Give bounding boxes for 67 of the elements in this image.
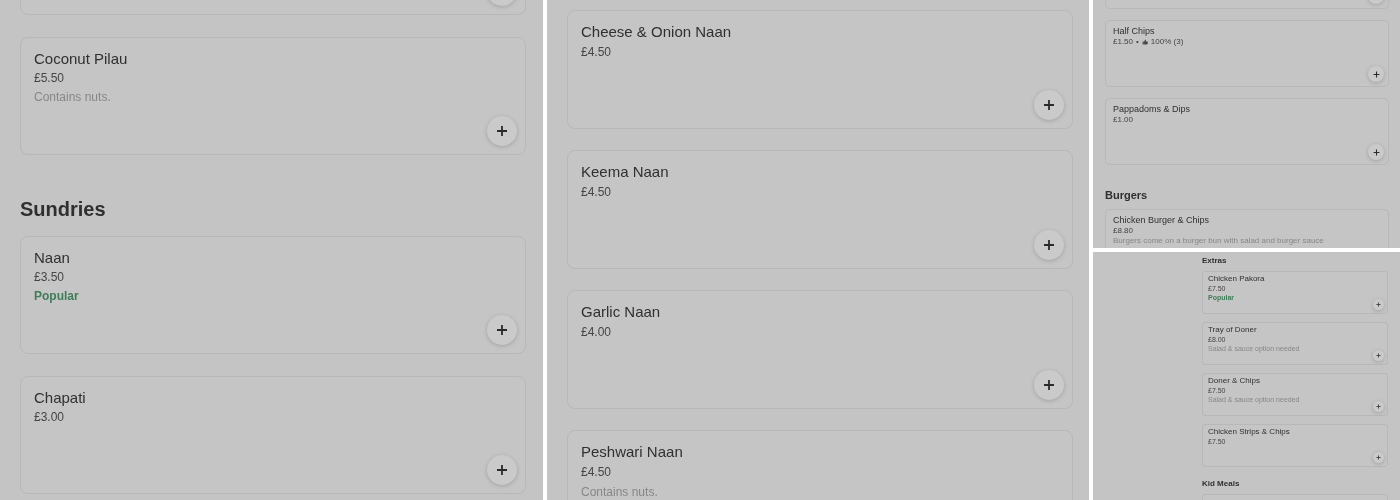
- plus-icon: [496, 464, 508, 476]
- add-button[interactable]: [1368, 144, 1384, 160]
- menu-item-card[interactable]: Coconut Pilau £5.50 Contains nuts.: [20, 37, 526, 155]
- item-name: Peshwari Naan: [581, 442, 683, 462]
- add-button[interactable]: [487, 455, 517, 485]
- add-button[interactable]: [1373, 452, 1384, 463]
- menu-item-card[interactable]: Cheese & Onion Naan £4.50: [567, 10, 1073, 129]
- menu-item-card[interactable]: Naan £3.50 Popular: [20, 236, 526, 354]
- item-name: Keema Naan: [581, 162, 669, 182]
- rating-text: 100% (3): [1150, 37, 1184, 47]
- thumbs-up-icon: [1141, 39, 1148, 45]
- item-name: Tray of Doner: [1208, 325, 1257, 335]
- item-name: Cheese & Onion Naan: [581, 22, 732, 42]
- item-price: £4.00: [581, 324, 612, 341]
- add-button[interactable]: [1373, 299, 1384, 310]
- item-name: Coconut Pilau: [34, 49, 128, 69]
- item-price: £4.50: [581, 184, 612, 201]
- item-price: £4.50: [581, 44, 612, 61]
- add-button[interactable]: [1373, 401, 1384, 412]
- item-price: £4.50: [581, 464, 612, 481]
- add-button[interactable]: [487, 116, 517, 146]
- add-button[interactable]: [487, 315, 517, 345]
- item-price: £1.00: [1113, 115, 1134, 125]
- item-price: £8.80: [1113, 226, 1134, 236]
- menu-item-card[interactable]: Half Chips £1.50 • 100% (3): [1105, 20, 1389, 87]
- separator: •: [1136, 37, 1139, 47]
- plus-icon: [496, 324, 508, 336]
- menu-item-card[interactable]: Keema Naan £4.50: [567, 150, 1073, 269]
- plus-icon: [1043, 99, 1055, 111]
- plus-icon: [1372, 70, 1380, 78]
- plus-icon: [1376, 302, 1381, 307]
- plus-icon: [496, 125, 508, 137]
- section-heading: Burgers: [1105, 188, 1149, 203]
- item-name: Chicken Pakora: [1208, 274, 1265, 284]
- section-heading: Sundries: [20, 197, 107, 222]
- add-button[interactable]: [1034, 370, 1064, 400]
- menu-item-card[interactable]: Peshwari Naan £4.50 Contains nuts.: [567, 430, 1073, 500]
- add-button[interactable]: [1034, 90, 1064, 120]
- section-heading: Kid Meals: [1202, 478, 1241, 489]
- menu-item-card[interactable]: Chapati £3.00: [20, 376, 526, 494]
- item-name: Naan: [34, 248, 70, 268]
- plus-icon: [1043, 379, 1055, 391]
- item-name: Pappadoms & Dips: [1113, 104, 1191, 115]
- plus-icon: [1376, 353, 1381, 358]
- add-button[interactable]: [1034, 230, 1064, 260]
- item-name: Chapati: [34, 388, 86, 408]
- item-name: Chicken Strips & Chips: [1208, 427, 1290, 437]
- section-heading: Extras: [1202, 255, 1228, 266]
- popular-tag: Popular: [34, 287, 79, 306]
- add-button[interactable]: [1373, 350, 1384, 361]
- plus-icon: [1372, 148, 1380, 156]
- menu-item-card[interactable]: Garlic Naan £4.00: [567, 290, 1073, 409]
- item-name: Chicken Burger & Chips: [1113, 215, 1210, 226]
- plus-icon: [1043, 239, 1055, 251]
- item-name: Half Chips: [1113, 26, 1155, 37]
- plus-icon: [1376, 455, 1381, 460]
- item-note: Contains nuts.: [581, 484, 658, 500]
- item-name: Garlic Naan: [581, 302, 661, 322]
- item-price: £3.00: [34, 409, 65, 426]
- item-name: Doner & Chips: [1208, 376, 1261, 386]
- item-price: £5.50: [34, 70, 65, 87]
- menu-item-card[interactable]: Pappadoms & Dips £1.00: [1105, 98, 1389, 165]
- plus-icon: [1376, 404, 1381, 409]
- item-price: £3.50: [34, 269, 65, 286]
- item-price: £1.50: [1113, 37, 1134, 47]
- item-note: Contains nuts.: [34, 89, 111, 106]
- add-button[interactable]: [1368, 66, 1384, 82]
